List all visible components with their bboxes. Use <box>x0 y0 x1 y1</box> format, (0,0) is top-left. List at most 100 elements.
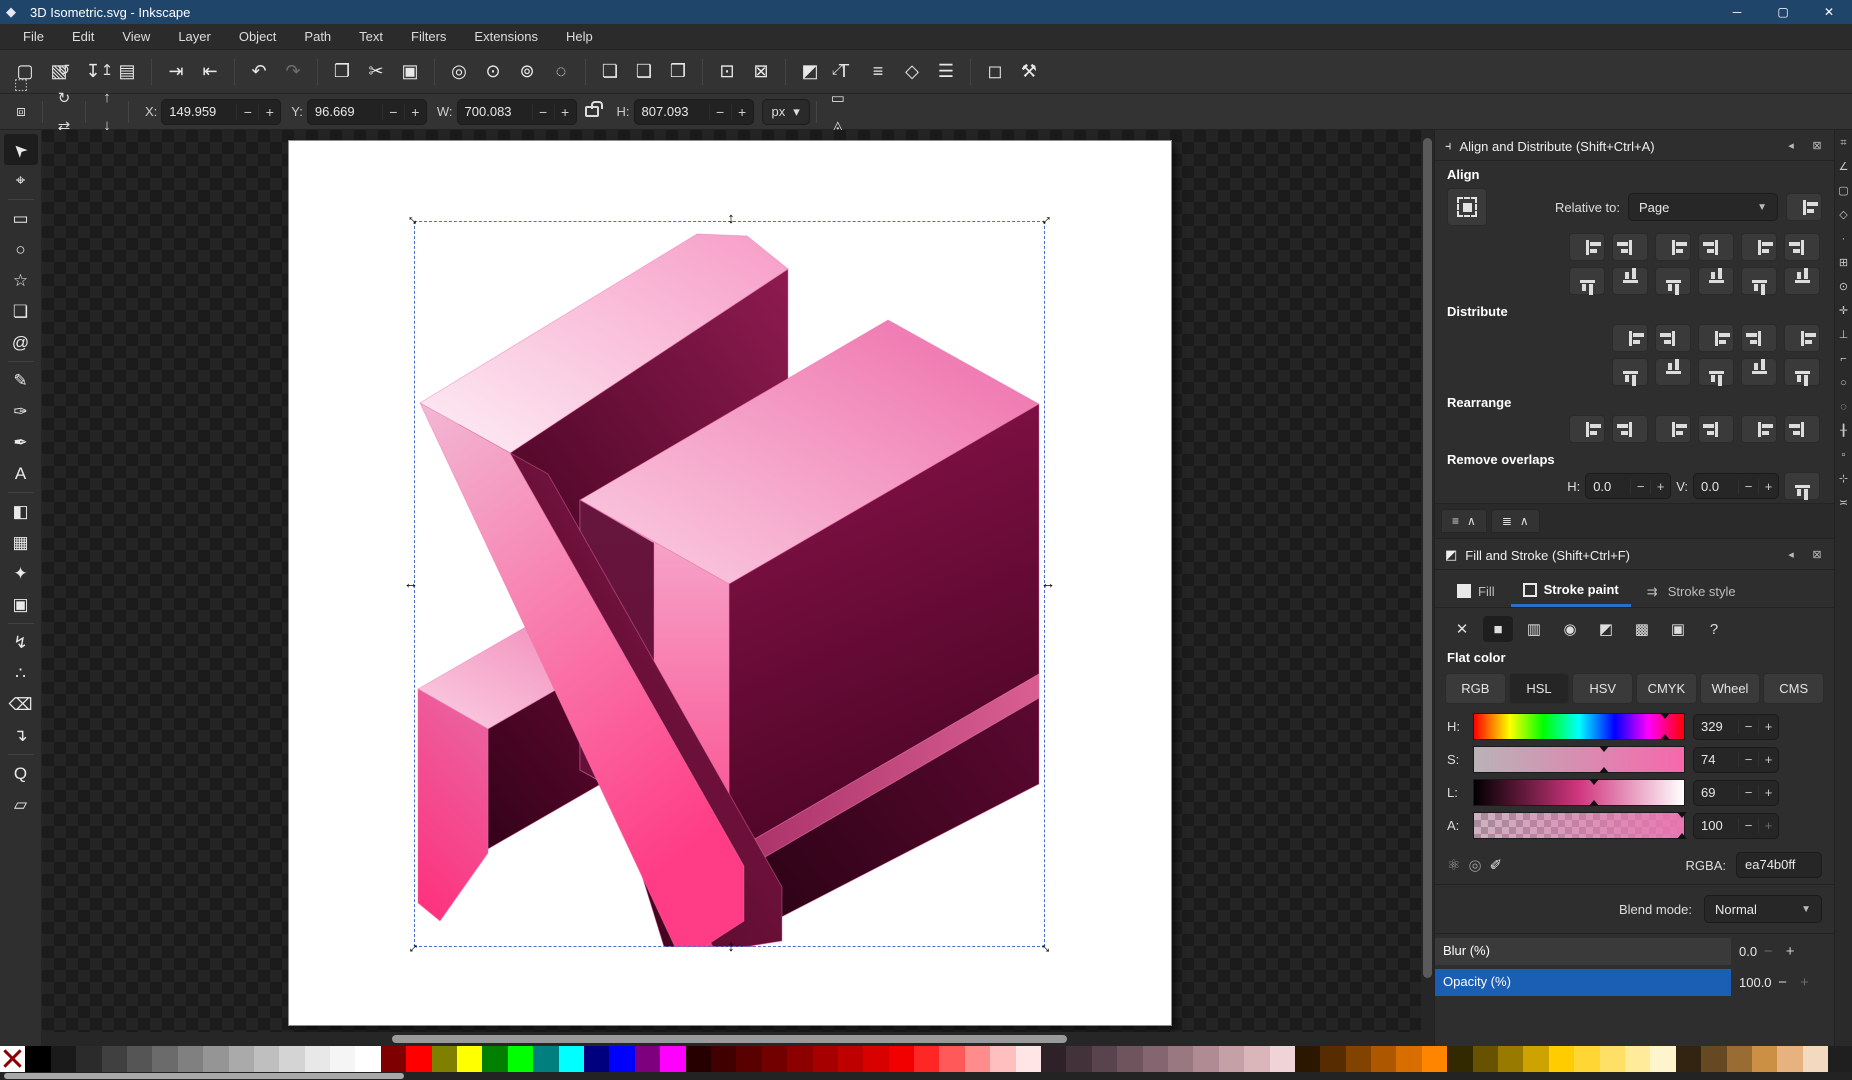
rotate-ccw-icon[interactable]: ↺ <box>49 56 79 84</box>
menu-object[interactable]: Object <box>226 25 290 48</box>
align-horizontal-button-1[interactable] <box>1569 233 1605 261</box>
palette-swatch[interactable] <box>1041 1046 1066 1072</box>
menu-help[interactable]: Help <box>553 25 606 48</box>
canvas-vertical-scrollbar[interactable] <box>1421 130 1434 1032</box>
align-anchor-button[interactable] <box>1447 188 1487 226</box>
blur-decrement[interactable]: − <box>1757 943 1779 960</box>
palette-swatch[interactable] <box>1371 1046 1396 1072</box>
tweak-tool[interactable]: ↯ <box>4 627 38 658</box>
align-vertical-button-5[interactable] <box>1741 267 1777 295</box>
snap-option-5-icon[interactable]: · <box>1836 232 1851 247</box>
copy-icon[interactable]: ❐ <box>325 55 359 89</box>
paste-icon[interactable]: ▣ <box>393 55 427 89</box>
zoom-tool[interactable]: Q <box>4 758 38 789</box>
scale-handle-nw[interactable]: ↔ <box>402 209 425 232</box>
minimize-button[interactable]: ─ <box>1714 0 1760 24</box>
scale-handle-e[interactable]: ↔ <box>1040 577 1056 593</box>
snap-option-10-icon[interactable]: ⌐ <box>1836 352 1851 367</box>
w-increment-button[interactable]: + <box>554 104 576 120</box>
increment-button[interactable]: + <box>1758 785 1778 800</box>
cms-circle-icon[interactable]: ◎ <box>1468 856 1481 874</box>
distribute-vertical-button-2[interactable] <box>1655 358 1691 386</box>
palette-swatch[interactable] <box>1320 1046 1345 1072</box>
align-horizontal-button-2[interactable] <box>1612 233 1648 261</box>
palette-swatch[interactable] <box>1727 1046 1752 1072</box>
palette-swatch[interactable] <box>1625 1046 1650 1072</box>
spray-tool[interactable]: ∴ <box>4 658 38 689</box>
palette-swatch[interactable] <box>1117 1046 1142 1072</box>
palette-swatch[interactable] <box>279 1046 304 1072</box>
document-page[interactable]: ↔ ↕ ↔ ↔ ↔ ↔ ↕ ↔ <box>288 140 1172 1026</box>
align-horizontal-button-4[interactable] <box>1698 233 1734 261</box>
scale-handle-ne[interactable]: ↔ <box>1035 209 1058 232</box>
increment-button[interactable]: + <box>1758 752 1778 767</box>
palette-swatch[interactable] <box>457 1046 482 1072</box>
maximize-button[interactable]: ▢ <box>1760 0 1806 24</box>
tab-stroke-style[interactable]: ⇉Stroke style <box>1635 576 1748 607</box>
distribute-vertical-button-5[interactable] <box>1784 358 1820 386</box>
palette-swatch[interactable] <box>889 1046 914 1072</box>
h-increment-button[interactable]: + <box>731 104 753 120</box>
palette-swatch[interactable] <box>1701 1046 1726 1072</box>
palette-swatch[interactable] <box>330 1046 355 1072</box>
palette-swatch[interactable] <box>736 1046 761 1072</box>
align-vertical-button-1[interactable] <box>1569 267 1605 295</box>
palette-swatch[interactable] <box>127 1046 152 1072</box>
palette-swatch[interactable] <box>76 1046 101 1072</box>
blur-row[interactable]: Blur (%) 0.0 − + <box>1435 938 1834 965</box>
scale-handle-n[interactable]: ↕ <box>723 212 739 228</box>
palette-swatch[interactable] <box>1600 1046 1625 1072</box>
canvas-horizontal-scrollbar[interactable] <box>42 1032 1421 1046</box>
blur-slider[interactable]: Blur (%) <box>1435 938 1731 965</box>
menu-layer[interactable]: Layer <box>165 25 224 48</box>
distribute-vertical-button-1[interactable] <box>1612 358 1648 386</box>
palette-swatch[interactable] <box>762 1046 787 1072</box>
color-tab-hsv[interactable]: HSV <box>1572 673 1633 704</box>
opacity-increment[interactable]: + <box>1794 974 1816 991</box>
x-input[interactable] <box>162 104 236 119</box>
w-decrement-button[interactable]: − <box>532 104 554 120</box>
palette-swatch[interactable] <box>1752 1046 1777 1072</box>
palette-swatch[interactable] <box>1092 1046 1117 1072</box>
distribute-horizontal-button-3[interactable] <box>1698 324 1734 352</box>
flat-color-icon[interactable]: ■ <box>1483 616 1513 642</box>
x-decrement-button[interactable]: − <box>236 104 258 120</box>
mesh-tool[interactable]: ▦ <box>4 527 38 558</box>
palette-swatch[interactable] <box>787 1046 812 1072</box>
panel-float-button[interactable]: ◂ <box>1782 138 1800 154</box>
snap-option-14-icon[interactable]: ▫ <box>1836 448 1851 463</box>
rearrange-button-3[interactable] <box>1655 415 1691 443</box>
align-vertical-button-6[interactable] <box>1784 267 1820 295</box>
rgba-value-field[interactable]: ea74b0ff <box>1736 852 1822 878</box>
distribute-horizontal-button-2[interactable] <box>1655 324 1691 352</box>
increment-button[interactable]: + <box>1758 719 1778 734</box>
rearrange-button-1[interactable] <box>1569 415 1605 443</box>
h-decrement-button[interactable]: − <box>709 104 731 120</box>
no-paint-icon[interactable]: ✕ <box>1447 616 1477 642</box>
ellipse-tool[interactable]: ○ <box>4 234 38 265</box>
linear-gradient-icon[interactable]: ▥ <box>1519 616 1549 642</box>
palette-swatch[interactable] <box>229 1046 254 1072</box>
palette-scroll-thumb[interactable] <box>4 1073 404 1079</box>
spiral-tool[interactable]: @ <box>4 327 38 358</box>
xml-editor-icon[interactable]: ◇ <box>895 55 929 89</box>
palette-swatch[interactable] <box>51 1046 76 1072</box>
swatch-icon[interactable]: ▩ <box>1627 616 1657 642</box>
palette-swatch[interactable] <box>1143 1046 1168 1072</box>
rearrange-button-6[interactable] <box>1784 415 1820 443</box>
scale-stroke-toggle-icon[interactable]: ⤢ <box>823 56 853 84</box>
select-same-fill-icon[interactable]: ⊡ <box>710 55 744 89</box>
palette-swatch[interactable] <box>1803 1046 1828 1072</box>
canvas[interactable]: ↔ ↕ ↔ ↔ ↔ ↔ ↕ ↔ <box>42 130 1421 1046</box>
align-dialog-icon[interactable]: ☰ <box>929 55 963 89</box>
y-input[interactable] <box>308 104 382 119</box>
snap-option-9-icon[interactable]: ⊥ <box>1836 328 1851 343</box>
snap-option-8-icon[interactable]: ✛ <box>1836 304 1851 319</box>
snap-option-13-icon[interactable]: ╂ <box>1836 424 1851 439</box>
selector-tool[interactable]: ➤ <box>4 134 38 165</box>
rearrange-button-2[interactable] <box>1612 415 1648 443</box>
panel-close-button[interactable]: ⊠ <box>1808 138 1826 154</box>
objects-dock-tab[interactable]: ≣∧ <box>1491 509 1540 533</box>
palette-swatch[interactable] <box>1523 1046 1548 1072</box>
align-vertical-button-3[interactable] <box>1655 267 1691 295</box>
